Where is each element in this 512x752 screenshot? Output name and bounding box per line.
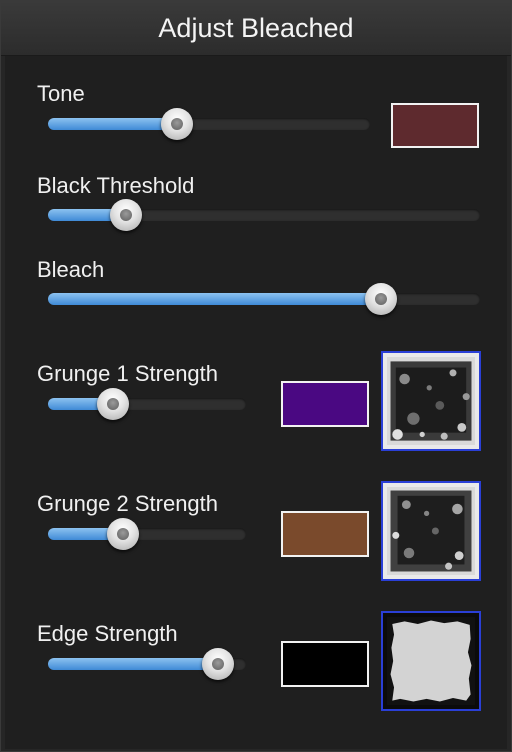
grunge1-label: Grunge 1 Strength: [37, 361, 219, 386]
black-threshold-label: Black Threshold: [37, 173, 195, 198]
edge-strength-label: Edge Strength: [37, 621, 178, 646]
title-bar: Adjust Bleached: [1, 1, 511, 56]
slider-thumb[interactable]: [160, 108, 193, 140]
tone-label: Tone: [37, 81, 85, 106]
panel-title: Adjust Bleached: [158, 13, 354, 43]
grunge1-slider[interactable]: [48, 388, 246, 420]
edge-texture-button[interactable]: [381, 611, 481, 711]
slider-fill: [48, 293, 381, 305]
grunge-texture-icon: [387, 487, 475, 575]
grunge2-label: Grunge 2 Strength: [37, 491, 219, 516]
grunge2-color-swatch[interactable]: [281, 511, 369, 557]
black-threshold-slider[interactable]: [48, 199, 480, 231]
slider-thumb[interactable]: [107, 518, 140, 550]
edge-color-swatch[interactable]: [281, 641, 369, 687]
grunge2-slider[interactable]: [48, 518, 246, 550]
slider-fill: [48, 658, 219, 670]
tone-color-swatch[interactable]: [391, 103, 479, 148]
grunge2-texture-button[interactable]: [381, 481, 481, 581]
grunge1-texture-button[interactable]: [381, 351, 481, 451]
slider-fill: [48, 118, 177, 130]
bleach-slider[interactable]: [48, 283, 480, 315]
edge-texture-icon: [387, 617, 475, 705]
grunge-texture-icon: [387, 357, 475, 445]
edge-strength-slider[interactable]: [48, 648, 246, 680]
bleach-label: Bleach: [37, 257, 105, 282]
slider-thumb[interactable]: [364, 283, 397, 315]
grunge1-color-swatch[interactable]: [281, 381, 369, 427]
tone-slider[interactable]: [48, 108, 370, 140]
slider-thumb[interactable]: [109, 199, 142, 231]
adjust-bleached-panel: Adjust Bleached Tone Black Threshold Ble…: [0, 0, 512, 752]
